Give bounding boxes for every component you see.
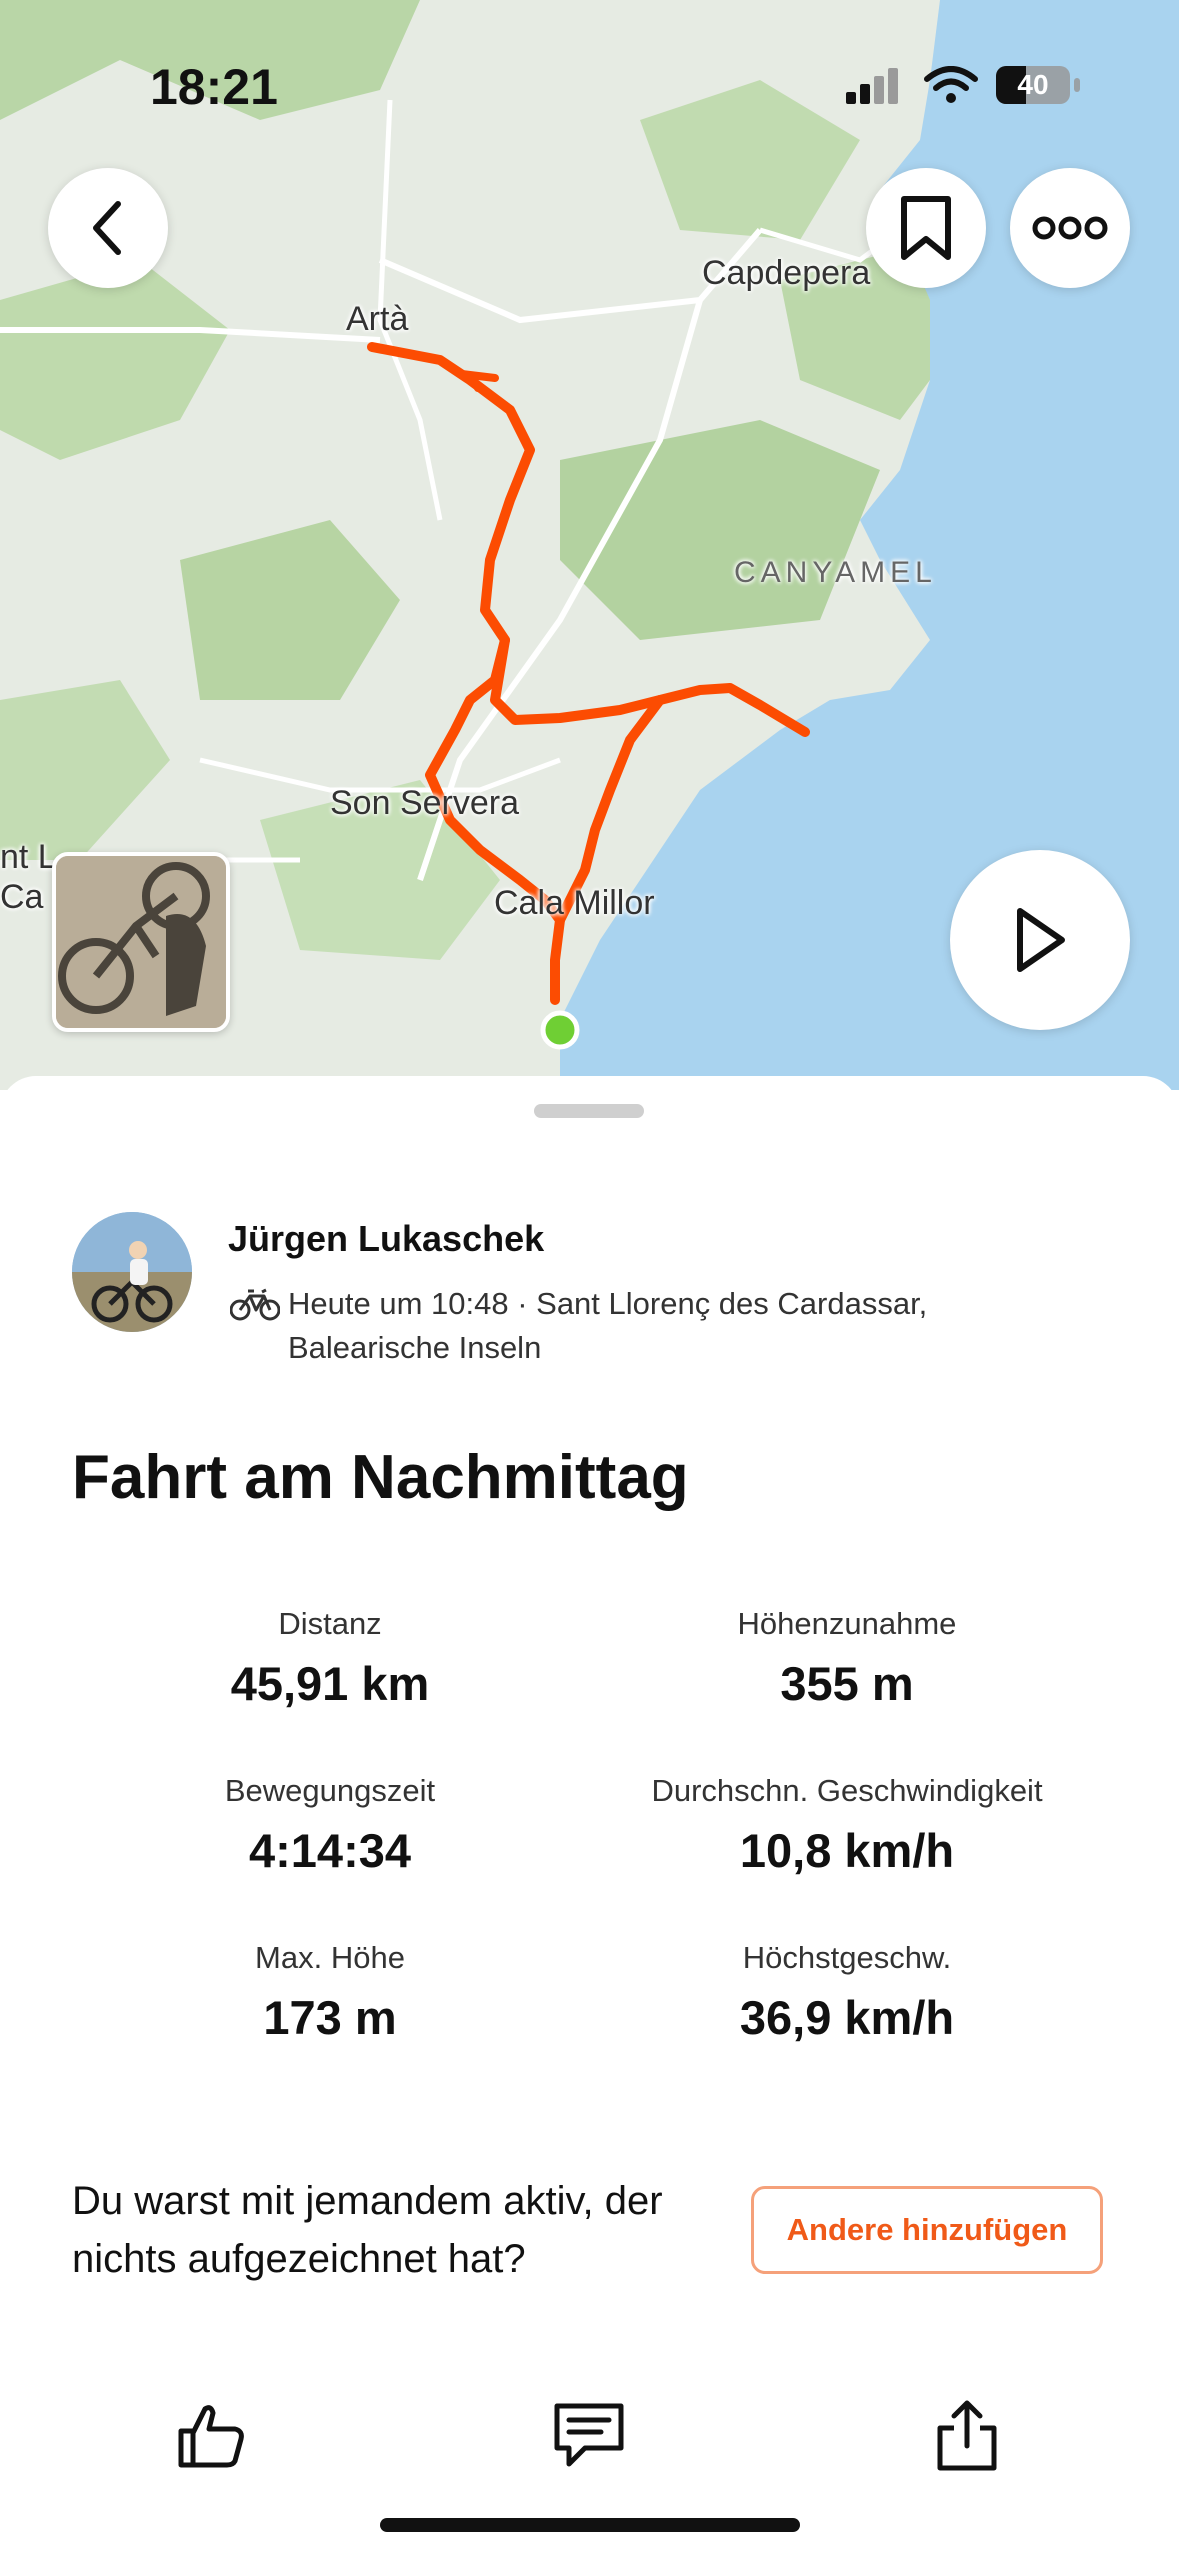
stat-elevation-gain: Höhenzunahme 355 m bbox=[617, 1606, 1077, 1711]
back-button[interactable] bbox=[48, 168, 168, 288]
battery-icon: 40 bbox=[996, 66, 1070, 104]
stat-label: Höchstgeschw. bbox=[742, 1940, 952, 1975]
kudos-button[interactable] bbox=[166, 2390, 256, 2480]
status-time: 18:21 bbox=[150, 59, 278, 115]
play-flyover-button[interactable] bbox=[950, 850, 1130, 1030]
bookmark-button[interactable] bbox=[866, 168, 986, 288]
add-others-button[interactable]: Andere hinzufügen bbox=[751, 2186, 1103, 2274]
stat-label: Höhenzunahme bbox=[737, 1606, 957, 1641]
avatar[interactable] bbox=[72, 1212, 192, 1332]
photo-thumbnail[interactable] bbox=[52, 852, 230, 1032]
stat-value: 355 m bbox=[780, 1657, 914, 1710]
comment-icon bbox=[554, 2403, 624, 2467]
stat-moving-time: Bewegungszeit 4:14:34 bbox=[100, 1773, 560, 1878]
more-icon bbox=[1032, 216, 1108, 240]
stat-value: 173 m bbox=[263, 1991, 397, 2044]
more-button[interactable] bbox=[1010, 168, 1130, 288]
stat-max-speed: Höchstgeschw. 36,9 km/h bbox=[617, 1940, 1077, 2045]
status-bar: 18:21 40 bbox=[0, 52, 1179, 122]
bookmark-icon bbox=[901, 196, 951, 260]
stat-distance: Distanz 45,91 km bbox=[100, 1606, 560, 1711]
map-label-cut-2: Ca bbox=[0, 878, 44, 916]
share-button[interactable] bbox=[922, 2390, 1012, 2480]
stat-label: Max. Höhe bbox=[255, 1940, 405, 1975]
map-label-cut-1: nt L bbox=[0, 838, 57, 876]
map-label-arta: Artà bbox=[346, 300, 409, 338]
stat-max-elevation: Max. Höhe 173 m bbox=[100, 1940, 560, 2045]
home-indicator bbox=[380, 2518, 800, 2532]
activity-sheet: Jürgen Lukaschek Heute um 10:48 · Sant L… bbox=[0, 1076, 1179, 2556]
photo-image bbox=[56, 856, 226, 1028]
sheet-grabber[interactable] bbox=[534, 1104, 644, 1118]
stat-label: Durchschn. Geschwindigkeit bbox=[651, 1773, 1043, 1808]
stat-label: Distanz bbox=[278, 1606, 382, 1641]
signal-icon bbox=[846, 68, 898, 104]
bike-icon bbox=[230, 1288, 280, 1321]
stat-label: Bewegungszeit bbox=[224, 1773, 436, 1808]
activity-title: Fahrt am Nachmittag bbox=[72, 1443, 689, 1512]
kudos-icon bbox=[178, 2405, 244, 2468]
stat-value: 36,9 km/h bbox=[739, 1991, 955, 2044]
play-icon bbox=[1017, 908, 1065, 972]
stat-value: 45,91 km bbox=[230, 1657, 430, 1710]
map-label-son-servera: Son Servera bbox=[330, 784, 519, 822]
battery-level: 40 bbox=[1017, 69, 1049, 100]
comment-button[interactable] bbox=[544, 2390, 634, 2480]
battery-cap bbox=[1074, 78, 1080, 92]
stat-avg-speed: Durchschn. Geschwindigkeit 10,8 km/h bbox=[617, 1773, 1077, 1878]
add-others-prompt: Du warst mit jemandem aktiv, der nichts … bbox=[72, 2179, 663, 2281]
stat-value: 4:14:34 bbox=[249, 1824, 411, 1877]
activity-date-location: Heute um 10:48 · Sant Llorenç des Cardas… bbox=[288, 1286, 928, 1365]
map-label-cala-millor: Cala Millor bbox=[494, 884, 655, 922]
share-icon bbox=[937, 2400, 997, 2471]
athlete-name[interactable]: Jürgen Lukaschek bbox=[228, 1218, 544, 1260]
avatar-image bbox=[72, 1212, 192, 1332]
back-icon bbox=[93, 201, 121, 255]
stat-value: 10,8 km/h bbox=[739, 1824, 955, 1877]
wifi-icon bbox=[924, 66, 978, 103]
map-label-capdepera: Capdepera bbox=[702, 254, 871, 292]
map-label-canyamel: CANYAMEL bbox=[734, 556, 937, 589]
